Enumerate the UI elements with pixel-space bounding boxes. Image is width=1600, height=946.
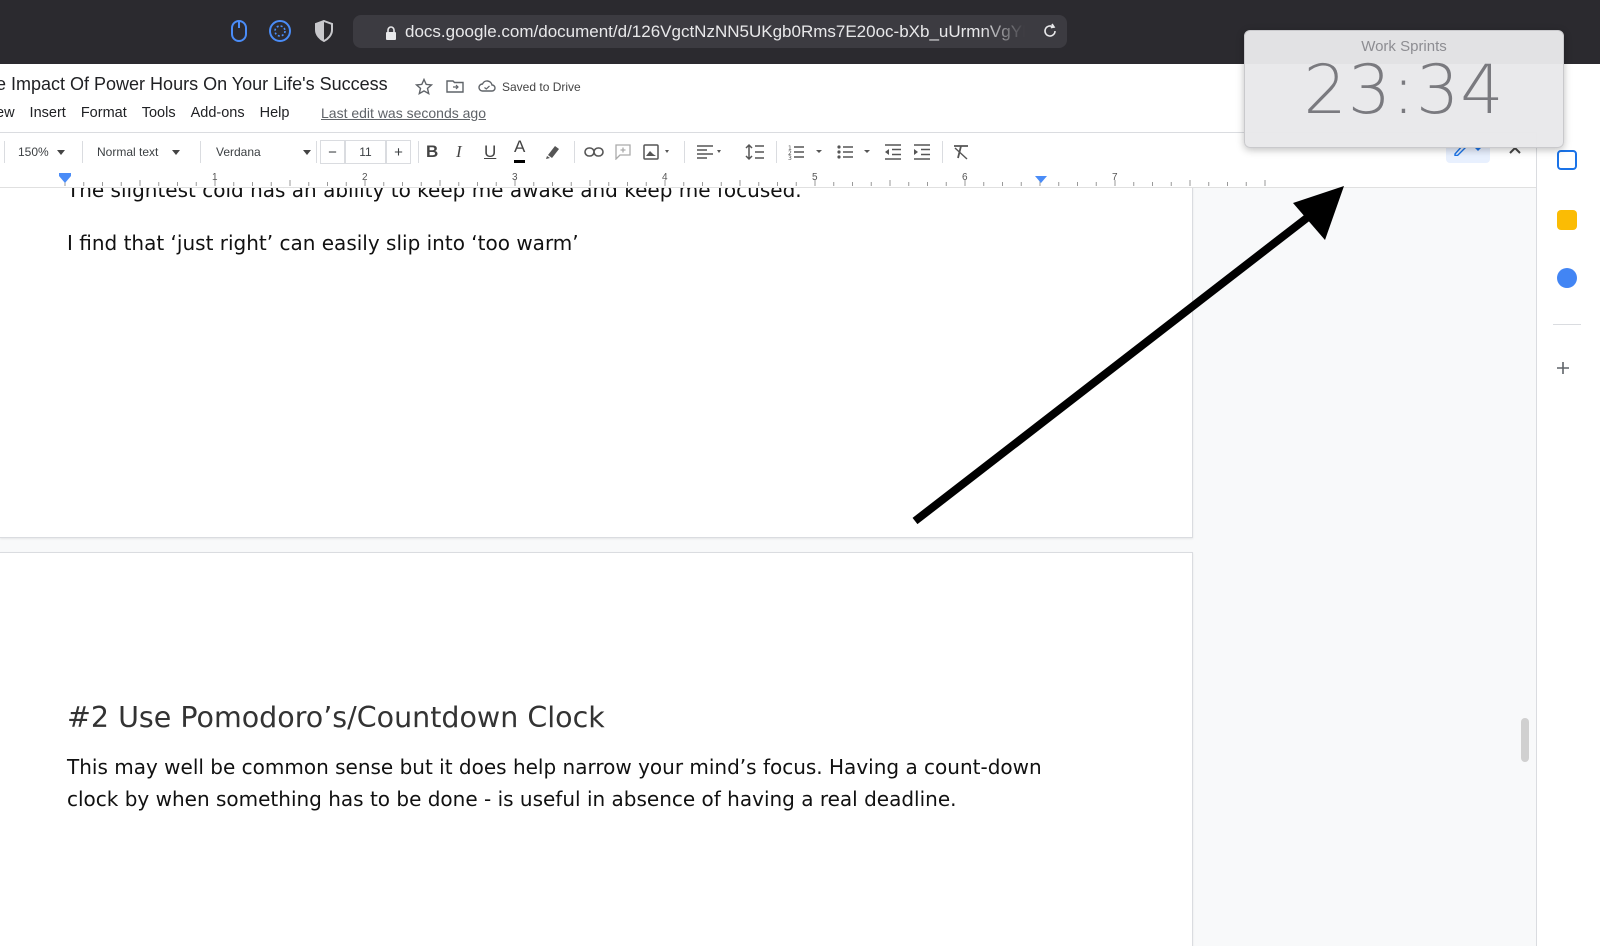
- menu-add-ons[interactable]: Add-ons: [191, 105, 245, 121]
- reload-icon[interactable]: [1041, 22, 1059, 40]
- zoom-select[interactable]: 150%: [18, 133, 65, 171]
- menu-insert[interactable]: Insert: [30, 105, 66, 121]
- address-bar[interactable]: docs.google.com/document/d/126VgctNzNN5U…: [353, 15, 1067, 48]
- ruler-number: 5: [812, 172, 818, 183]
- ruler-number: 1: [212, 172, 218, 183]
- menu-format[interactable]: Format: [81, 105, 127, 121]
- ruler[interactable]: 1 2 3 4 5 6 7: [0, 170, 1536, 188]
- menu-bar: ew Insert Format Tools Add-ons Help: [0, 105, 304, 121]
- toolbar-divider: [200, 141, 201, 163]
- toolbar-divider: [418, 141, 419, 163]
- numbered-list-icon[interactable]: 123: [788, 133, 824, 171]
- document-canvas[interactable]: The slightest cold has an ability to kee…: [0, 188, 1536, 946]
- line-spacing-icon[interactable]: [745, 133, 765, 171]
- link-icon[interactable]: [584, 133, 604, 171]
- ruler-number: 7: [1112, 172, 1118, 183]
- toolbar-divider: [574, 141, 575, 163]
- zoom-value: 150%: [18, 145, 49, 159]
- toolbar-divider: [942, 141, 943, 163]
- align-icon[interactable]: [696, 133, 726, 171]
- comment-icon[interactable]: [615, 133, 631, 171]
- body-paragraph[interactable]: This may well be common sense but it doe…: [67, 751, 1067, 815]
- last-edit-link[interactable]: Last edit was seconds ago: [321, 105, 486, 121]
- cloud-check-icon: [478, 78, 498, 98]
- star-icon[interactable]: [414, 77, 435, 98]
- bold-button[interactable]: B: [426, 133, 438, 171]
- font-select[interactable]: Verdana: [216, 133, 311, 171]
- svg-text:3: 3: [788, 155, 792, 160]
- decrease-font-size-button[interactable]: −: [320, 140, 345, 164]
- url-text: docs.google.com/document/d/126VgctNzNN5U…: [405, 21, 1025, 41]
- style-value: Normal text: [97, 145, 159, 159]
- clipped-text: The slightest cold has an ability to kee…: [67, 188, 802, 202]
- ruler-number: 2: [362, 172, 368, 183]
- timer-countdown: 23:34: [1303, 51, 1505, 130]
- document-page[interactable]: The slightest cold has an ability to kee…: [0, 188, 1193, 538]
- lock-icon: [385, 25, 397, 40]
- decrease-indent-icon[interactable]: [884, 133, 902, 171]
- chevron-down-icon: [302, 149, 311, 155]
- menu-view[interactable]: ew: [0, 105, 15, 121]
- menu-tools[interactable]: Tools: [142, 105, 176, 121]
- keep-icon[interactable]: [1557, 210, 1577, 230]
- text-color-button[interactable]: A: [514, 133, 526, 163]
- bulleted-list-icon[interactable]: [837, 133, 873, 171]
- toolbar-divider: [684, 141, 685, 163]
- underline-button[interactable]: U: [484, 133, 496, 171]
- chevron-down-icon: [56, 149, 65, 155]
- saved-status: Saved to Drive: [502, 80, 581, 94]
- scrollbar-thumb[interactable]: [1521, 718, 1529, 762]
- calendar-icon[interactable]: [1557, 150, 1577, 170]
- ruler-number: 6: [962, 172, 968, 183]
- toolbar-divider: [776, 141, 777, 163]
- highlight-icon[interactable]: [544, 133, 562, 171]
- body-paragraph[interactable]: I find that ‘just right’ can easily slip…: [67, 231, 579, 255]
- toolbar-divider: [316, 141, 317, 163]
- increase-indent-icon[interactable]: [913, 133, 931, 171]
- gauge-icon[interactable]: [267, 18, 293, 44]
- menu-help[interactable]: Help: [260, 105, 290, 121]
- toolbar-divider: [82, 141, 83, 163]
- document-page[interactable]: #2 Use Pomodoro’s/Countdown Clock This m…: [0, 552, 1193, 946]
- toolbar-divider: [4, 141, 5, 163]
- increase-font-size-button[interactable]: +: [386, 140, 411, 164]
- italic-button[interactable]: I: [456, 133, 462, 171]
- side-panel: [1536, 132, 1600, 946]
- add-icon[interactable]: [1555, 360, 1571, 381]
- font-size-input[interactable]: 11: [345, 140, 386, 164]
- body-paragraph-clipped[interactable]: The slightest cold has an ability to kee…: [67, 188, 802, 202]
- ruler-ticks: [59, 173, 1266, 186]
- side-divider: [1553, 324, 1581, 325]
- font-value: Verdana: [216, 145, 261, 159]
- mouse-icon[interactable]: [226, 18, 252, 44]
- work-sprints-timer[interactable]: Work Sprints 23:34: [1244, 30, 1564, 148]
- image-icon[interactable]: [643, 133, 673, 171]
- chevron-down-icon: [172, 149, 181, 155]
- ruler-number: 3: [512, 172, 518, 183]
- shield-icon[interactable]: [311, 18, 337, 44]
- style-select[interactable]: Normal text: [97, 133, 181, 171]
- document-title[interactable]: e Impact Of Power Hours On Your Life's S…: [0, 74, 388, 95]
- clear-formatting-icon[interactable]: [952, 133, 970, 171]
- move-folder-icon[interactable]: [446, 78, 466, 98]
- tasks-icon[interactable]: [1557, 268, 1577, 288]
- ruler-number: 4: [662, 172, 668, 183]
- section-heading[interactable]: #2 Use Pomodoro’s/Countdown Clock: [67, 701, 605, 734]
